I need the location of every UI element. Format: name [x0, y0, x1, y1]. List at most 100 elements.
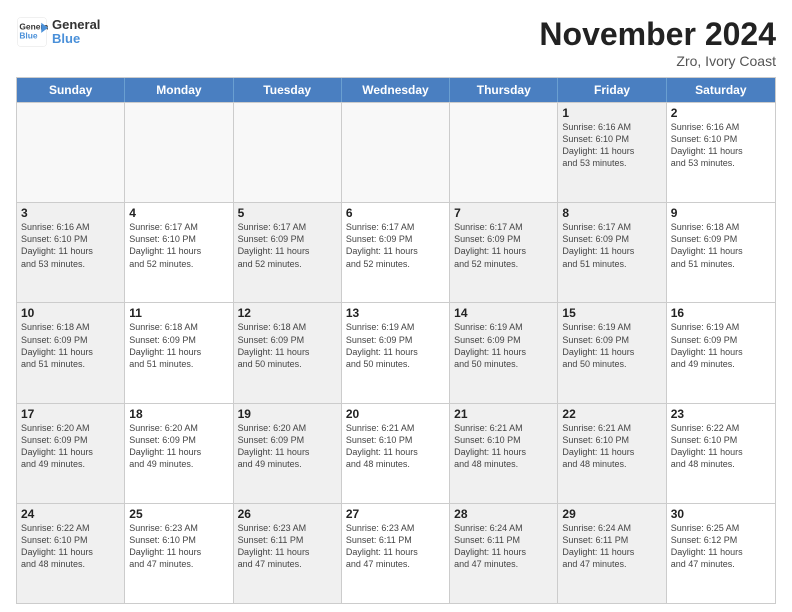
day-number: 17	[21, 407, 120, 421]
calendar-cell: 30Sunrise: 6:25 AM Sunset: 6:12 PM Dayli…	[667, 504, 775, 603]
day-number: 2	[671, 106, 771, 120]
day-number: 8	[562, 206, 661, 220]
cell-info: Sunrise: 6:18 AM Sunset: 6:09 PM Dayligh…	[238, 321, 337, 370]
cell-info: Sunrise: 6:18 AM Sunset: 6:09 PM Dayligh…	[21, 321, 120, 370]
logo: General Blue General Blue	[16, 16, 100, 48]
day-number: 9	[671, 206, 771, 220]
calendar-cell: 9Sunrise: 6:18 AM Sunset: 6:09 PM Daylig…	[667, 203, 775, 302]
calendar-cell: 3Sunrise: 6:16 AM Sunset: 6:10 PM Daylig…	[17, 203, 125, 302]
calendar-cell: 27Sunrise: 6:23 AM Sunset: 6:11 PM Dayli…	[342, 504, 450, 603]
cell-info: Sunrise: 6:17 AM Sunset: 6:10 PM Dayligh…	[129, 221, 228, 270]
cell-info: Sunrise: 6:22 AM Sunset: 6:10 PM Dayligh…	[21, 522, 120, 571]
calendar-cell: 28Sunrise: 6:24 AM Sunset: 6:11 PM Dayli…	[450, 504, 558, 603]
day-number: 5	[238, 206, 337, 220]
day-number: 15	[562, 306, 661, 320]
calendar-cell	[17, 103, 125, 202]
calendar-cell	[125, 103, 233, 202]
cell-info: Sunrise: 6:16 AM Sunset: 6:10 PM Dayligh…	[562, 121, 661, 170]
calendar-cell: 24Sunrise: 6:22 AM Sunset: 6:10 PM Dayli…	[17, 504, 125, 603]
calendar-cell: 29Sunrise: 6:24 AM Sunset: 6:11 PM Dayli…	[558, 504, 666, 603]
calendar-cell: 16Sunrise: 6:19 AM Sunset: 6:09 PM Dayli…	[667, 303, 775, 402]
day-number: 13	[346, 306, 445, 320]
cell-info: Sunrise: 6:19 AM Sunset: 6:09 PM Dayligh…	[562, 321, 661, 370]
day-number: 29	[562, 507, 661, 521]
calendar-row-2: 3Sunrise: 6:16 AM Sunset: 6:10 PM Daylig…	[17, 202, 775, 302]
calendar-row-5: 24Sunrise: 6:22 AM Sunset: 6:10 PM Dayli…	[17, 503, 775, 603]
cell-info: Sunrise: 6:19 AM Sunset: 6:09 PM Dayligh…	[346, 321, 445, 370]
header-thursday: Thursday	[450, 78, 558, 102]
day-number: 30	[671, 507, 771, 521]
calendar-header: Sunday Monday Tuesday Wednesday Thursday…	[17, 78, 775, 102]
cell-info: Sunrise: 6:24 AM Sunset: 6:11 PM Dayligh…	[562, 522, 661, 571]
calendar-row-3: 10Sunrise: 6:18 AM Sunset: 6:09 PM Dayli…	[17, 302, 775, 402]
svg-text:Blue: Blue	[19, 31, 38, 41]
day-number: 28	[454, 507, 553, 521]
day-number: 10	[21, 306, 120, 320]
cell-info: Sunrise: 6:16 AM Sunset: 6:10 PM Dayligh…	[21, 221, 120, 270]
header-saturday: Saturday	[667, 78, 775, 102]
calendar-cell: 18Sunrise: 6:20 AM Sunset: 6:09 PM Dayli…	[125, 404, 233, 503]
cell-info: Sunrise: 6:18 AM Sunset: 6:09 PM Dayligh…	[129, 321, 228, 370]
header-sunday: Sunday	[17, 78, 125, 102]
day-number: 22	[562, 407, 661, 421]
calendar-cell: 15Sunrise: 6:19 AM Sunset: 6:09 PM Dayli…	[558, 303, 666, 402]
calendar: Sunday Monday Tuesday Wednesday Thursday…	[16, 77, 776, 604]
calendar-cell: 8Sunrise: 6:17 AM Sunset: 6:09 PM Daylig…	[558, 203, 666, 302]
cell-info: Sunrise: 6:21 AM Sunset: 6:10 PM Dayligh…	[562, 422, 661, 471]
calendar-cell: 19Sunrise: 6:20 AM Sunset: 6:09 PM Dayli…	[234, 404, 342, 503]
logo-icon: General Blue	[16, 16, 48, 48]
header-friday: Friday	[558, 78, 666, 102]
calendar-cell: 4Sunrise: 6:17 AM Sunset: 6:10 PM Daylig…	[125, 203, 233, 302]
cell-info: Sunrise: 6:23 AM Sunset: 6:11 PM Dayligh…	[346, 522, 445, 571]
calendar-cell: 21Sunrise: 6:21 AM Sunset: 6:10 PM Dayli…	[450, 404, 558, 503]
cell-info: Sunrise: 6:21 AM Sunset: 6:10 PM Dayligh…	[346, 422, 445, 471]
calendar-cell: 1Sunrise: 6:16 AM Sunset: 6:10 PM Daylig…	[558, 103, 666, 202]
calendar-row-4: 17 Sunrise: 6:20 AM Sunset: 6:09 PM Dayli…	[17, 403, 775, 503]
calendar-cell: 20Sunrise: 6:21 AM Sunset: 6:10 PM Dayli…	[342, 404, 450, 503]
calendar-cell: 25Sunrise: 6:23 AM Sunset: 6:10 PM Dayli…	[125, 504, 233, 603]
calendar-cell: 14Sunrise: 6:19 AM Sunset: 6:09 PM Dayli…	[450, 303, 558, 402]
title-block: November 2024 Zro, Ivory Coast	[539, 16, 776, 69]
calendar-cell: 23Sunrise: 6:22 AM Sunset: 6:10 PM Dayli…	[667, 404, 775, 503]
month-title: November 2024	[539, 16, 776, 53]
cell-info: Sunrise: 6:18 AM Sunset: 6:09 PM Dayligh…	[671, 221, 771, 270]
calendar-cell: 10Sunrise: 6:18 AM Sunset: 6:09 PM Dayli…	[17, 303, 125, 402]
calendar-cell	[234, 103, 342, 202]
cell-info: Sunrise: 6:23 AM Sunset: 6:11 PM Dayligh…	[238, 522, 337, 571]
day-number: 1	[562, 106, 661, 120]
day-number: 20	[346, 407, 445, 421]
day-number: 26	[238, 507, 337, 521]
cell-info: Sunrise: 6:23 AM Sunset: 6:10 PM Dayligh…	[129, 522, 228, 571]
day-number: 3	[21, 206, 120, 220]
cell-info: Sunrise: 6:16 AM Sunset: 6:10 PM Dayligh…	[671, 121, 771, 170]
calendar-cell: 5Sunrise: 6:17 AM Sunset: 6:09 PM Daylig…	[234, 203, 342, 302]
day-number: 27	[346, 507, 445, 521]
cell-info: Sunrise: 6:17 AM Sunset: 6:09 PM Dayligh…	[454, 221, 553, 270]
calendar-cell: 22Sunrise: 6:21 AM Sunset: 6:10 PM Dayli…	[558, 404, 666, 503]
header-monday: Monday	[125, 78, 233, 102]
header: General Blue General Blue November 2024 …	[16, 16, 776, 69]
day-number: 14	[454, 306, 553, 320]
day-number: 21	[454, 407, 553, 421]
day-number: 6	[346, 206, 445, 220]
cell-info: Sunrise: 6:19 AM Sunset: 6:09 PM Dayligh…	[671, 321, 771, 370]
calendar-cell: 2Sunrise: 6:16 AM Sunset: 6:10 PM Daylig…	[667, 103, 775, 202]
cell-info: Sunrise: 6:17 AM Sunset: 6:09 PM Dayligh…	[562, 221, 661, 270]
day-number: 7	[454, 206, 553, 220]
calendar-row-1: 1Sunrise: 6:16 AM Sunset: 6:10 PM Daylig…	[17, 102, 775, 202]
day-number: 23	[671, 407, 771, 421]
day-number: 19	[238, 407, 337, 421]
calendar-body: 1Sunrise: 6:16 AM Sunset: 6:10 PM Daylig…	[17, 102, 775, 603]
cell-info: Sunrise: 6:22 AM Sunset: 6:10 PM Dayligh…	[671, 422, 771, 471]
day-number: 18	[129, 407, 228, 421]
cell-info: Sunrise: 6:20 AM Sunset: 6:09 PM Dayligh…	[238, 422, 337, 471]
calendar-cell: 7Sunrise: 6:17 AM Sunset: 6:09 PM Daylig…	[450, 203, 558, 302]
day-number: 25	[129, 507, 228, 521]
header-tuesday: Tuesday	[234, 78, 342, 102]
calendar-cell: 12Sunrise: 6:18 AM Sunset: 6:09 PM Dayli…	[234, 303, 342, 402]
day-number: 4	[129, 206, 228, 220]
cell-info: Sunrise: 6:17 AM Sunset: 6:09 PM Dayligh…	[346, 221, 445, 270]
calendar-cell	[342, 103, 450, 202]
calendar-cell: 6Sunrise: 6:17 AM Sunset: 6:09 PM Daylig…	[342, 203, 450, 302]
location: Zro, Ivory Coast	[539, 53, 776, 69]
